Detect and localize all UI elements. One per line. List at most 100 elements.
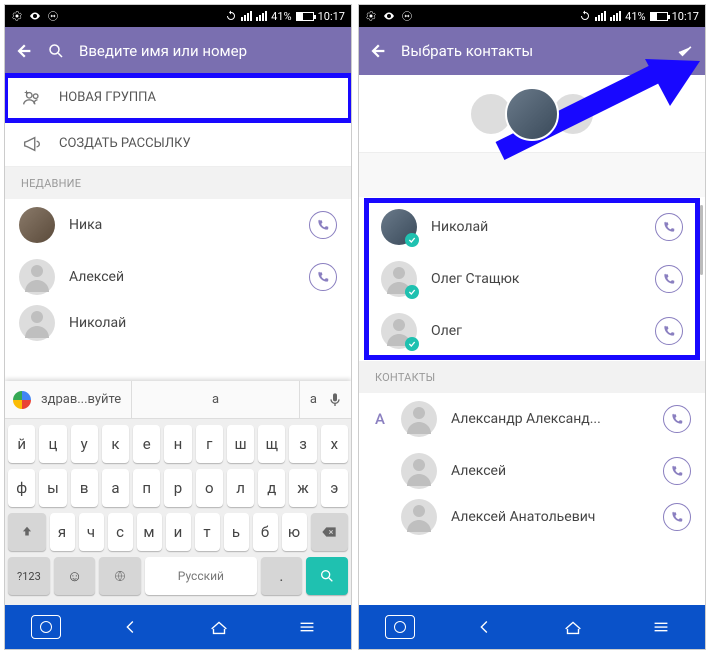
battery-icon — [650, 12, 668, 21]
contact-row[interactable]: Олег — [367, 305, 697, 357]
contact-row[interactable]: А Александр Александ... — [359, 393, 705, 445]
selected-check-icon — [405, 233, 419, 247]
google-icon[interactable] — [13, 391, 31, 409]
key[interactable]: м — [137, 513, 162, 551]
viber-call-icon[interactable] — [663, 405, 691, 433]
key[interactable]: й — [8, 425, 35, 463]
megaphone-icon — [21, 133, 43, 155]
contact-row[interactable]: Алексей Анатольевич — [359, 497, 705, 537]
app-header: Введите имя или номер — [5, 27, 351, 75]
suggestion-bar: здрав...вуйте а а — [5, 381, 351, 419]
backspace-key[interactable] — [311, 513, 349, 551]
key[interactable]: ц — [39, 425, 66, 463]
new-group-label: НОВАЯ ГРУППА — [59, 90, 156, 105]
viber-call-icon[interactable] — [309, 263, 337, 291]
back-icon[interactable] — [369, 42, 387, 60]
suggestion[interactable]: а — [310, 392, 317, 407]
search-go-key[interactable] — [306, 557, 348, 595]
viber-call-icon[interactable] — [655, 317, 683, 345]
recents-nav-icon[interactable] — [643, 613, 679, 641]
mic-icon[interactable] — [327, 392, 343, 408]
lang-key[interactable] — [99, 557, 141, 595]
back-nav-icon[interactable] — [467, 613, 503, 641]
key[interactable]: ю — [282, 513, 307, 551]
contact-row[interactable]: Николай — [5, 303, 351, 343]
key[interactable]: т — [195, 513, 220, 551]
key[interactable]: ш — [227, 425, 254, 463]
key[interactable]: г — [196, 425, 223, 463]
key[interactable]: б — [253, 513, 278, 551]
key-row-3: я ч с м и т ь б ю — [8, 513, 348, 551]
scrollbar[interactable] — [700, 205, 703, 275]
key[interactable]: ы — [39, 469, 66, 507]
avatar[interactable] — [505, 87, 559, 141]
key[interactable]: ф — [8, 469, 35, 507]
home-nav-icon[interactable] — [201, 613, 237, 641]
contact-name: Олег — [431, 323, 641, 339]
suggestion[interactable]: а — [212, 392, 219, 407]
broadcast-option[interactable]: СОЗДАТЬ РАССЫЛКУ — [5, 121, 351, 167]
teamviewer-nav-icon[interactable] — [31, 615, 61, 639]
viber-call-icon[interactable] — [663, 457, 691, 485]
contact-row[interactable]: Ника — [5, 199, 351, 251]
home-nav-icon[interactable] — [555, 613, 591, 641]
contact-name: Николай — [431, 219, 641, 235]
teamviewer-nav-icon[interactable] — [385, 615, 415, 639]
contact-name: Александр Александ... — [451, 411, 649, 427]
key[interactable]: ч — [79, 513, 104, 551]
recents-nav-icon[interactable] — [289, 613, 325, 641]
dot-key[interactable]: . — [261, 557, 303, 595]
key[interactable]: н — [164, 425, 191, 463]
contact-row[interactable]: Олег Стащюк — [367, 253, 697, 305]
key[interactable]: с — [108, 513, 133, 551]
key[interactable]: я — [50, 513, 75, 551]
key[interactable]: в — [71, 469, 98, 507]
key[interactable]: к — [102, 425, 129, 463]
key-row-4: ?123 ☺ Русский . — [8, 557, 348, 595]
settings-icon — [365, 10, 377, 22]
key[interactable]: и — [166, 513, 191, 551]
selected-contacts-highlight: Николай Олег Стащюк Олег — [367, 201, 697, 357]
avatar — [401, 453, 437, 489]
key[interactable]: о — [196, 469, 223, 507]
key[interactable]: ь — [224, 513, 249, 551]
space-key[interactable]: Русский — [145, 557, 256, 595]
selected-check-icon — [405, 337, 419, 351]
viber-call-icon[interactable] — [663, 503, 691, 531]
sync-icon — [225, 10, 237, 22]
key[interactable]: р — [164, 469, 191, 507]
key[interactable]: щ — [258, 425, 285, 463]
key[interactable]: х — [321, 425, 348, 463]
contact-row[interactable]: Николай — [367, 201, 697, 253]
recent-header: НЕДАВНИЕ — [5, 167, 351, 199]
alpha-index: А — [373, 410, 387, 428]
suggestion[interactable]: здрав...вуйте — [41, 392, 121, 407]
key[interactable]: е — [133, 425, 160, 463]
search-placeholder[interactable]: Введите имя или номер — [79, 42, 247, 60]
contact-row[interactable]: Алексей — [359, 445, 705, 497]
key[interactable]: ж — [289, 469, 316, 507]
key[interactable]: э — [321, 469, 348, 507]
contacts-header: КОНТАКТЫ — [359, 361, 705, 393]
key[interactable]: д — [258, 469, 285, 507]
back-nav-icon[interactable] — [113, 613, 149, 641]
viber-call-icon[interactable] — [309, 211, 337, 239]
new-group-option[interactable]: НОВАЯ ГРУППА — [5, 75, 351, 121]
key[interactable]: у — [71, 425, 98, 463]
viber-call-icon[interactable] — [655, 265, 683, 293]
search-icon[interactable] — [47, 42, 65, 60]
shift-key[interactable] — [8, 513, 46, 551]
contact-row[interactable]: Алексей — [5, 251, 351, 303]
emoji-key[interactable]: ☺ — [54, 557, 96, 595]
key[interactable]: а — [102, 469, 129, 507]
key[interactable]: л — [227, 469, 254, 507]
numkey[interactable]: ?123 — [8, 557, 50, 595]
back-icon[interactable] — [15, 42, 33, 60]
key-row-1: й ц у к е н г ш щ з х — [8, 425, 348, 463]
avatar — [19, 305, 55, 341]
signal-icon — [241, 11, 252, 21]
key[interactable]: п — [133, 469, 160, 507]
viber-call-icon[interactable] — [655, 213, 683, 241]
battery-text: 41% — [625, 10, 645, 23]
key[interactable]: з — [289, 425, 316, 463]
